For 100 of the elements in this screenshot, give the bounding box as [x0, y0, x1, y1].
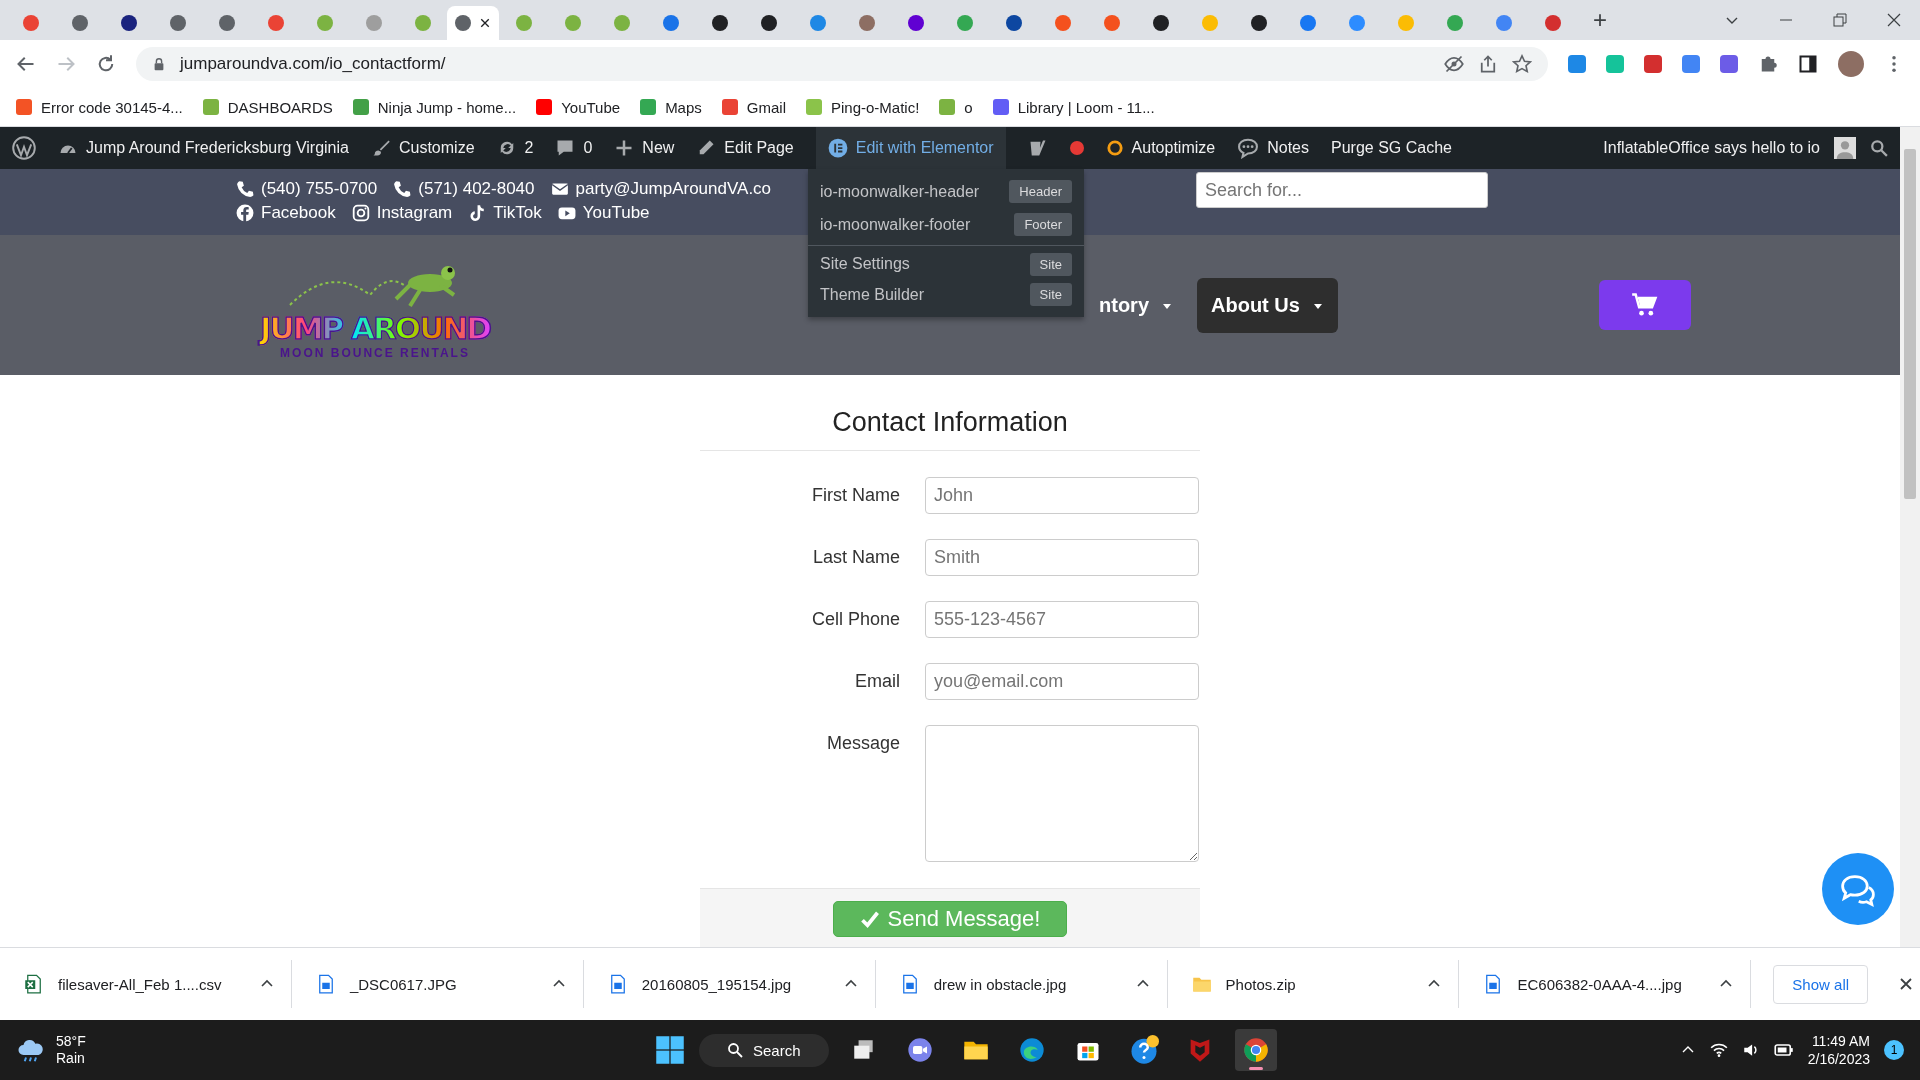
- extension-icon[interactable]: [1682, 55, 1700, 73]
- side-panel-icon[interactable]: [1798, 54, 1818, 74]
- download-item[interactable]: filesaver-All_Feb 1....csv: [0, 960, 292, 1008]
- admin-menu-item[interactable]: Edit with Elementor: [815, 127, 1006, 169]
- field-label: Message: [825, 732, 900, 754]
- profile-avatar[interactable]: [1838, 51, 1864, 77]
- download-item[interactable]: 20160805_195154.jpg: [583, 960, 876, 1008]
- plus-icon: [614, 138, 635, 158]
- wordpress-icon[interactable]: [12, 136, 36, 160]
- bookmark[interactable]: Error code 30145-4...: [16, 98, 183, 116]
- video-chat-icon: [905, 1036, 934, 1064]
- close-icon[interactable]: [479, 17, 491, 29]
- taskbar-app[interactable]: [1234, 1029, 1277, 1071]
- envelope-icon: [550, 180, 569, 198]
- swirl-icon: [1017, 1036, 1046, 1064]
- address-bar[interactable]: jumparoundva.com/io_contactform/: [136, 47, 1548, 81]
- extension-icon[interactable]: [1720, 55, 1738, 73]
- browser-icon: [1241, 1036, 1270, 1064]
- bookmark[interactable]: DASHBOARDS: [202, 98, 333, 116]
- extension-icon[interactable]: [1644, 55, 1662, 73]
- admin-menu-item[interactable]: Notes: [1237, 137, 1309, 159]
- tiktok-icon: [468, 204, 487, 222]
- restore-icon[interactable]: [1832, 12, 1848, 28]
- field-label: Cell Phone: [810, 608, 900, 630]
- search-field[interactable]: Search for...: [1196, 172, 1488, 208]
- eye-slash-icon[interactable]: [1444, 54, 1464, 74]
- greeting-text[interactable]: InflatableOffice says hello to io: [1603, 139, 1820, 157]
- download-item[interactable]: Photos.zip: [1167, 960, 1460, 1008]
- contact-link[interactable]: party@JumpAroundVA.co: [550, 179, 772, 199]
- elementor-icon: [827, 138, 848, 158]
- temperature-text: 58°F: [56, 1033, 86, 1050]
- input-field[interactable]: John: [925, 477, 1199, 514]
- bookmark[interactable]: o: [939, 98, 973, 116]
- close-icon: [1898, 976, 1915, 992]
- close-icon[interactable]: [1886, 12, 1902, 28]
- admin-menu-item[interactable]: [1069, 141, 1084, 155]
- scrollbar[interactable]: [1900, 127, 1920, 947]
- cart-button[interactable]: [1598, 280, 1691, 330]
- social-link[interactable]: YouTube: [557, 203, 650, 223]
- field-label: First Name: [811, 484, 900, 506]
- item-tag: Header: [1009, 180, 1072, 203]
- admin-menu-item[interactable]: 0: [555, 138, 593, 158]
- search-icon: [727, 1042, 743, 1058]
- bookmark[interactable]: Library | Loom - 11...: [992, 98, 1155, 116]
- phone-icon: [236, 180, 254, 198]
- admin-menu-item[interactable]: Autoptimize: [1105, 139, 1216, 157]
- show-all-button[interactable]: Show all: [1773, 964, 1869, 1004]
- download-item[interactable]: _DSC0617.JPG: [291, 960, 584, 1008]
- admin-menu-item[interactable]: New: [614, 138, 675, 158]
- windows-icon[interactable]: [655, 1035, 685, 1065]
- clock[interactable]: 11:49 AM 2/16/2023: [1807, 1032, 1870, 1068]
- contact-link[interactable]: (571) 402-8040: [393, 179, 535, 199]
- taskbar-search[interactable]: Search: [699, 1033, 829, 1067]
- url-text: jumparoundva.com/io_contactform/: [180, 54, 447, 74]
- search-icon[interactable]: [1870, 139, 1888, 157]
- item-tag: Site: [1029, 252, 1072, 276]
- recording-dot-icon: [1069, 141, 1084, 155]
- facebook-icon: [236, 204, 254, 222]
- contact-link[interactable]: (540) 755-0700: [236, 179, 378, 199]
- speech-bubble-icon: [1237, 137, 1260, 159]
- dropdown-item[interactable]: io-moonwalker-footer Footer: [808, 208, 1084, 241]
- notification-badge[interactable]: 1: [1884, 1040, 1904, 1060]
- input-field[interactable]: Smith: [925, 539, 1199, 576]
- admin-menu-item[interactable]: Customize: [370, 138, 475, 158]
- cart-icon: [1630, 291, 1659, 319]
- phone-icon: [393, 180, 412, 198]
- extension-icon[interactable]: [1568, 55, 1586, 73]
- download-item[interactable]: drew in obstacle.jpg: [875, 960, 1168, 1008]
- wifi-icon[interactable]: [1709, 1041, 1728, 1059]
- message-field[interactable]: [925, 725, 1199, 862]
- instagram-icon: [351, 204, 370, 222]
- input-field[interactable]: 555-123-4567: [925, 601, 1199, 638]
- reload-icon[interactable]: [96, 54, 116, 74]
- bookmark[interactable]: Ninja Jump - home...: [352, 98, 517, 116]
- dropdown-item[interactable]: io-moonwalker-header Header: [808, 175, 1084, 208]
- input-field[interactable]: you@email.com: [925, 663, 1199, 700]
- admin-menu-item[interactable]: Jump Around Fredericksburg Virginia: [58, 138, 349, 158]
- bookmark[interactable]: Gmail: [721, 98, 786, 116]
- dropdown-item[interactable]: Site Settings Site: [808, 245, 1084, 278]
- spreadsheet-icon: [24, 974, 44, 994]
- star-icon[interactable]: [1512, 54, 1532, 74]
- play-icon: [557, 204, 576, 222]
- nav-menu-item[interactable]: ntory: [1085, 281, 1187, 329]
- dropdown-item[interactable]: Theme Builder Site: [808, 278, 1084, 311]
- browser-tab[interactable]: [447, 6, 499, 40]
- bookmark[interactable]: YouTube: [536, 98, 621, 116]
- share-icon[interactable]: [1478, 54, 1498, 74]
- social-link[interactable]: Facebook: [236, 203, 336, 223]
- new-tab-button[interactable]: +: [1589, 6, 1611, 34]
- nav-menu-item[interactable]: About Us: [1197, 277, 1338, 333]
- item-tag: Footer: [1014, 213, 1072, 236]
- download-item[interactable]: EC606382-0AAA-4....jpg: [1459, 960, 1752, 1008]
- admin-menu-item[interactable]: Purge SG Cache: [1331, 139, 1452, 157]
- weather-text: Rain: [56, 1050, 86, 1067]
- admin-menu-item[interactable]: Edit Page: [696, 138, 794, 158]
- bookmark[interactable]: Maps: [640, 98, 702, 116]
- admin-menu-item[interactable]: 2: [496, 138, 534, 158]
- social-link[interactable]: TikTok: [468, 203, 542, 223]
- bookmark[interactable]: Ping-o-Matic!: [806, 98, 920, 116]
- social-link[interactable]: Instagram: [351, 203, 453, 223]
